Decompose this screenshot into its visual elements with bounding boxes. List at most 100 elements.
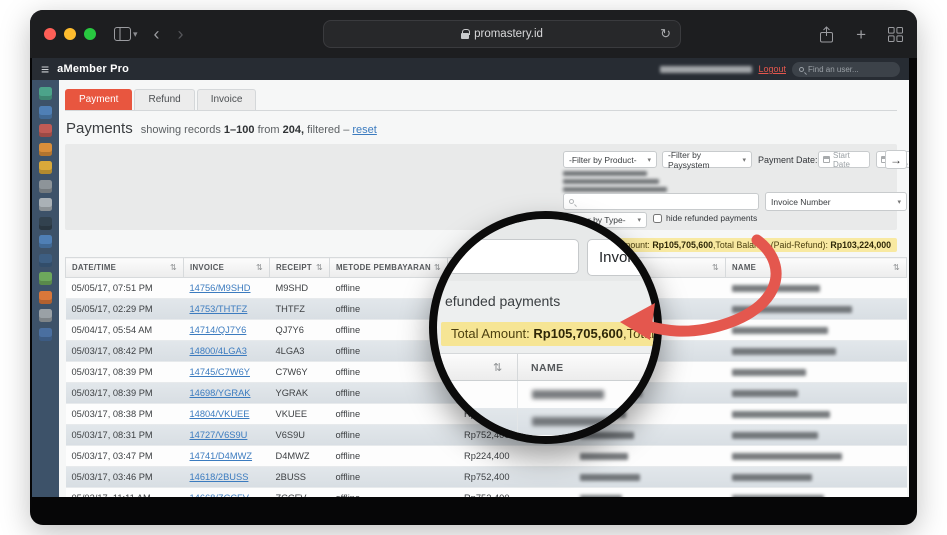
payment-method-cell: offline: [330, 425, 448, 446]
add-user-icon[interactable]: [39, 272, 52, 285]
datetime-cell: 05/05/17, 07:51 PM: [66, 278, 184, 299]
tab-invoice[interactable]: Invoice: [197, 89, 257, 110]
receipt-cell: YGRAK: [270, 383, 330, 404]
selected-products-redacted: [563, 171, 667, 195]
utilities-icon[interactable]: [39, 309, 52, 322]
redacted-text: [532, 417, 650, 426]
datetime-cell: 05/03/17, 08:39 PM: [66, 362, 184, 383]
content-icon[interactable]: [39, 254, 52, 267]
datetime-cell: 05/03/17, 03:46 PM: [66, 467, 184, 488]
invoice-link[interactable]: 14618/2BUSS: [190, 472, 249, 482]
redacted-text: [732, 453, 842, 460]
configuration-icon[interactable]: [39, 180, 52, 193]
table-row: 05/03/17, 03:46 PM14618/2BUSS2BUSSofflin…: [66, 467, 907, 488]
redacted-text: [580, 453, 628, 460]
filter-by-paysystem-select[interactable]: -Filter by Paysystem ▾: [662, 151, 752, 168]
menu-icon[interactable]: ≡: [41, 61, 49, 77]
magnified-search-input: [449, 239, 579, 274]
column-header-invoice[interactable]: ⇅INVOICE: [184, 258, 270, 278]
invoice-link[interactable]: 14800/4LGA3: [190, 346, 247, 356]
hide-refunded-checkbox-row[interactable]: hide refunded payments: [653, 213, 757, 223]
page-title: Payments showing records 1–100 from 204,…: [66, 120, 897, 137]
tab-refund[interactable]: Refund: [134, 89, 194, 110]
helpdesk-icon[interactable]: [39, 291, 52, 304]
new-tab-icon[interactable]: +: [856, 26, 866, 43]
address-bar[interactable]: promastery.id ↻: [323, 20, 681, 48]
start-date-input[interactable]: Start Date: [818, 151, 870, 168]
sort-icon[interactable]: ⇅: [893, 263, 900, 272]
record-range: 1–100: [224, 124, 255, 136]
redacted-text: [732, 432, 818, 439]
invoice-link[interactable]: 14668/ZCCFV: [190, 493, 249, 497]
store-icon[interactable]: [39, 198, 52, 211]
sort-icon[interactable]: ⇅: [256, 263, 263, 272]
hide-refunded-checkbox[interactable]: [653, 214, 662, 223]
payment-method-cell: offline: [330, 446, 448, 467]
app-title: aMember Pro: [57, 63, 129, 75]
column-header-receipt[interactable]: ⇅RECEIPT: [270, 258, 330, 278]
close-window-button[interactable]: [44, 28, 56, 40]
magnified-table-header: ⇅ NAME: [437, 353, 654, 381]
reset-filter-link[interactable]: reset: [352, 124, 376, 136]
chevron-down-icon: ▾: [742, 156, 746, 164]
traffic-lights: [44, 28, 96, 40]
sort-icon[interactable]: ⇅: [316, 263, 323, 272]
column-header-date-time[interactable]: ⇅DATE/TIME: [66, 258, 184, 278]
sidebar-chevron-icon[interactable]: ▾: [133, 29, 138, 40]
tab-payment[interactable]: Payment: [65, 89, 132, 110]
invoice-link[interactable]: 14753/THTFZ: [190, 304, 248, 314]
invoice-search-field[interactable]: [578, 197, 753, 207]
back-icon[interactable]: ‹: [154, 25, 160, 43]
find-user-input[interactable]: Find an user...: [792, 62, 900, 77]
invoice-number-select[interactable]: Invoice Number ▾: [765, 192, 907, 211]
receipt-cell: 2BUSS: [270, 467, 330, 488]
datetime-cell: 05/05/17, 02:29 PM: [66, 299, 184, 320]
payment-date-label: Payment Date:: [758, 155, 818, 165]
payment-method-cell: offline: [330, 383, 448, 404]
protection-icon[interactable]: [39, 161, 52, 174]
redacted-text: [580, 474, 640, 481]
dashboard-icon[interactable]: [39, 87, 52, 100]
reload-icon[interactable]: ↻: [660, 26, 671, 42]
tab-overview-icon[interactable]: [888, 27, 903, 42]
invoice-link[interactable]: 14741/D4MWZ: [190, 451, 253, 461]
minimize-window-button[interactable]: [64, 28, 76, 40]
url-text: promastery.id: [474, 28, 543, 40]
invoice-search-input[interactable]: [563, 193, 759, 210]
sidebar-toggle-icon[interactable]: [114, 27, 131, 41]
receipt-cell: M9SHD: [270, 278, 330, 299]
affiliates-icon[interactable]: [39, 217, 52, 230]
redacted-text: [732, 327, 828, 334]
apply-date-filter-button[interactable]: →: [885, 150, 907, 169]
filter-panel: -Filter by Product- ▾ -Filter by Paysyst…: [65, 144, 897, 230]
redacted-text: [732, 348, 836, 355]
invoice-link[interactable]: 14756/M9SHD: [190, 283, 251, 293]
filter-by-product-select[interactable]: -Filter by Product- ▾: [563, 151, 657, 168]
zoom-window-button[interactable]: [84, 28, 96, 40]
invoice-link[interactable]: 14727/V6S9U: [190, 430, 248, 440]
redacted-text: [580, 495, 622, 497]
reports-icon[interactable]: [39, 124, 52, 137]
table-row: 05/03/17, 11:11 AM14668/ZCCFVZCCFVofflin…: [66, 488, 907, 498]
amount-cell: Rp752,400: [448, 488, 516, 498]
forward-icon[interactable]: ›: [178, 25, 184, 43]
datetime-cell: 05/03/17, 08:39 PM: [66, 383, 184, 404]
app-header: ≡ aMember Pro Logout Find an user...: [32, 58, 909, 80]
sort-icon[interactable]: ⇅: [170, 263, 177, 272]
invoice-link[interactable]: 14714/QJ7Y6: [190, 325, 247, 335]
name-cell: [726, 467, 907, 488]
invoice-link[interactable]: 14804/VKUEE: [190, 409, 250, 419]
logout-link[interactable]: Logout: [758, 64, 786, 74]
chevron-down-icon: ▾: [897, 198, 901, 206]
browse-icon[interactable]: [39, 328, 52, 341]
invoice-link[interactable]: 14698/YGRAK: [190, 388, 251, 398]
sort-icon[interactable]: ⇅: [712, 263, 719, 272]
payments-icon[interactable]: [39, 143, 52, 156]
users-icon[interactable]: [39, 106, 52, 119]
share-icon[interactable]: [819, 26, 834, 43]
column-header-name[interactable]: ⇅NAME: [726, 258, 907, 278]
column-header-metode-pembayaran[interactable]: ⇅METODE PEMBAYARAN: [330, 258, 448, 278]
invoice-link[interactable]: 14745/C7W6Y: [190, 367, 250, 377]
showing-records-text: showing records: [141, 124, 221, 136]
integration-icon[interactable]: [39, 235, 52, 248]
